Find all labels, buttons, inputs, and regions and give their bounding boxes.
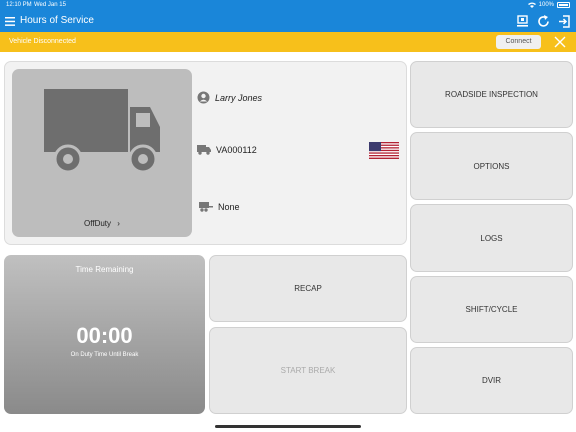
timer-value: 00:00: [76, 323, 133, 348]
battery-icon: [557, 2, 570, 8]
truck-icon: [44, 89, 160, 174]
connect-button[interactable]: Connect: [496, 35, 541, 49]
time-remaining-panel: Time Remaining 00:00 On Duty Time Until …: [4, 255, 205, 414]
nav-actions: [515, 14, 572, 29]
status-right: 100%: [527, 2, 570, 8]
timer-title: Time Remaining: [75, 265, 134, 274]
status-bar: 12:10 PM Wed Jan 15 100%: [0, 0, 576, 11]
banner-message: Vehicle Disconnected: [9, 38, 76, 45]
driver-name: Larry Jones: [215, 92, 263, 103]
driver-row: Larry Jones: [197, 91, 262, 104]
recap-button[interactable]: RECAP: [209, 255, 407, 322]
home-indicator: [215, 425, 361, 428]
battery-percent: 100%: [538, 2, 554, 8]
connection-banner: Vehicle Disconnected: [0, 32, 576, 52]
vehicle-row: VA000112: [197, 145, 257, 155]
trailer-value: None: [218, 202, 240, 212]
options-button[interactable]: OPTIONS: [410, 132, 573, 200]
trailer-row: None: [199, 202, 240, 212]
vehicle-id: VA000112: [216, 145, 257, 155]
transfer-icon[interactable]: [515, 14, 530, 29]
dvir-button[interactable]: DVIR: [410, 347, 573, 414]
status-date: Wed Jan 15: [34, 2, 66, 8]
trailer-icon: [199, 202, 213, 212]
truck-small-icon: [197, 145, 211, 155]
refresh-icon[interactable]: [536, 14, 551, 29]
roadside-inspection-button[interactable]: ROADSIDE INSPECTION: [410, 61, 573, 128]
shift-cycle-button[interactable]: SHIFT/CYCLE: [410, 276, 573, 343]
close-icon[interactable]: [553, 35, 567, 49]
duty-status-link[interactable]: OffDuty ›: [12, 219, 192, 228]
logs-button[interactable]: LOGS: [410, 204, 573, 272]
us-flag-icon: [369, 142, 399, 159]
wifi-icon: [527, 2, 536, 8]
start-break-button[interactable]: START BREAK: [209, 327, 407, 414]
menu-icon[interactable]: [5, 17, 15, 26]
duty-status-panel[interactable]: OffDuty ›: [12, 69, 192, 237]
logout-icon[interactable]: [557, 14, 572, 29]
nav-bar: Hours of Service: [0, 11, 576, 32]
hos-screen: 12:10 PM Wed Jan 15 100% Hours of Servic…: [0, 0, 576, 432]
person-icon: [197, 91, 210, 104]
timer-subtitle: On Duty Time Until Break: [70, 352, 139, 358]
duty-status-label: OffDuty: [84, 219, 112, 228]
page-title: Hours of Service: [20, 15, 94, 26]
chevron-right-icon: ›: [117, 219, 120, 228]
status-time: 12:10 PM: [6, 2, 32, 8]
